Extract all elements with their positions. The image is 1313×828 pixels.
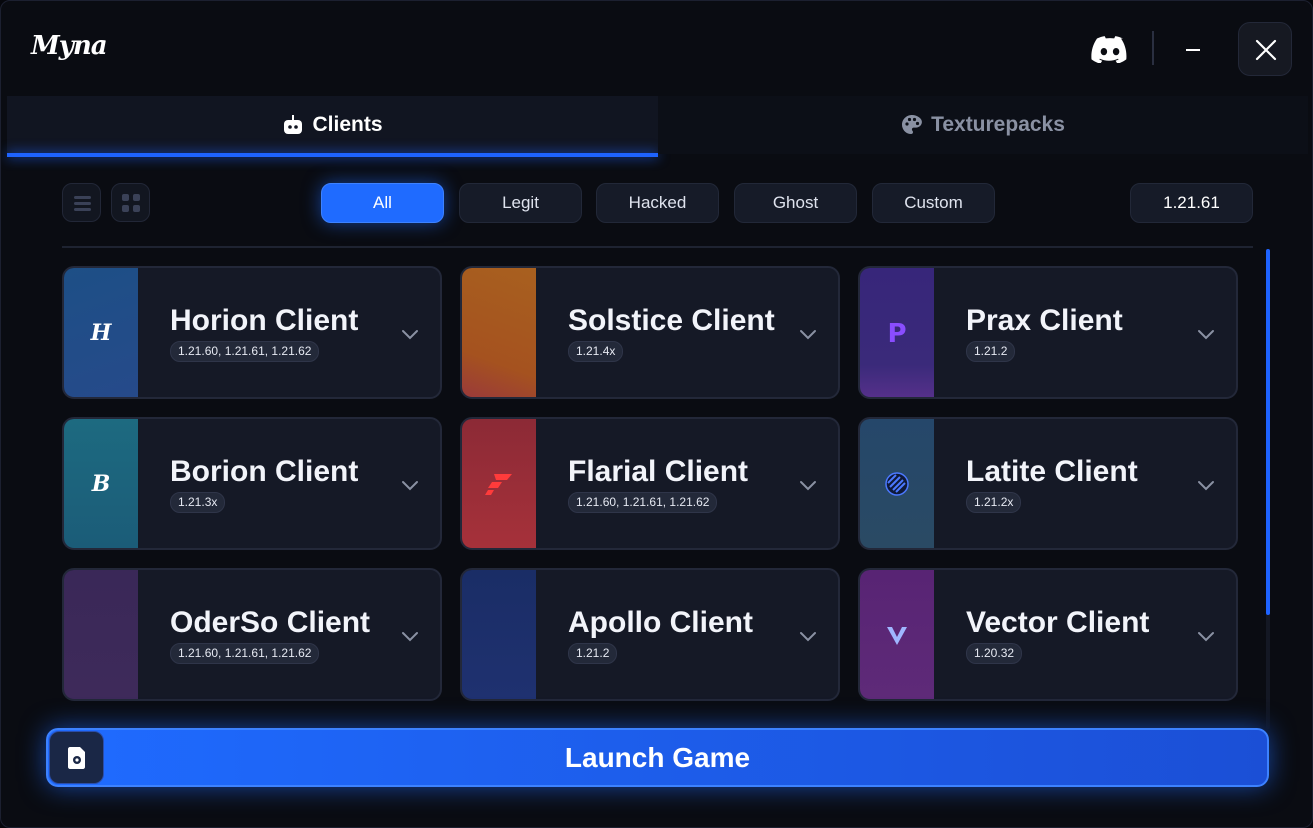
client-name: Latite Client bbox=[966, 455, 1138, 488]
tab-clients-label: Clients bbox=[312, 113, 383, 136]
client-name: Flarial Client bbox=[568, 455, 749, 488]
client-card-borion[interactable]: B Borion Client 1.21.3x bbox=[62, 417, 442, 550]
version-badge: 1.21.60, 1.21.61, 1.21.62 bbox=[170, 341, 320, 362]
chevron-down-icon[interactable] bbox=[1196, 626, 1216, 646]
app-logo: Myna bbox=[31, 31, 108, 61]
tab-texturepacks[interactable]: Texturepacks bbox=[658, 96, 1308, 154]
svg-text:B: B bbox=[91, 471, 111, 497]
tab-clients[interactable]: Clients bbox=[7, 96, 658, 157]
launch-game-label: Launch Game bbox=[564, 741, 751, 773]
version-badge: 1.21.4x bbox=[568, 341, 624, 362]
client-card-apollo[interactable]: Apollo Client 1.21.2 bbox=[460, 568, 840, 701]
latite-logo-icon bbox=[860, 419, 934, 548]
oderso-logo-icon bbox=[64, 570, 138, 699]
svg-text:P: P bbox=[887, 319, 906, 348]
robot-icon bbox=[284, 115, 303, 134]
chevron-down-icon[interactable] bbox=[400, 324, 420, 344]
client-name: OderSo Client bbox=[170, 606, 371, 639]
chevron-down-icon[interactable] bbox=[1196, 475, 1216, 495]
tab-bar: Clients Texturepacks bbox=[7, 96, 1308, 157]
launch-game-button[interactable]: Launch Game bbox=[46, 728, 1269, 787]
minimize-button[interactable] bbox=[1173, 31, 1213, 67]
palette-icon bbox=[902, 115, 922, 134]
grid-view-button[interactable] bbox=[111, 183, 150, 222]
file-gear-icon bbox=[67, 746, 85, 769]
chevron-down-icon[interactable] bbox=[400, 475, 420, 495]
version-badge: 1.21.60, 1.21.61, 1.21.62 bbox=[170, 643, 320, 664]
tab-texturepacks-label: Texturepacks bbox=[931, 113, 1065, 136]
grid-icon bbox=[122, 194, 140, 212]
filter-ghost[interactable]: Ghost bbox=[734, 183, 857, 223]
chevron-down-icon[interactable] bbox=[400, 626, 420, 646]
version-badge: 1.21.2x bbox=[966, 492, 1022, 513]
chevron-down-icon[interactable] bbox=[1196, 324, 1216, 344]
titlebar-divider bbox=[1152, 31, 1154, 65]
client-card-flarial[interactable]: Flarial Client 1.21.60, 1.21.61, 1.21.62 bbox=[460, 417, 840, 550]
solstice-logo-icon bbox=[462, 268, 536, 397]
version-badge: 1.21.3x bbox=[170, 492, 226, 513]
vector-logo-icon bbox=[860, 570, 934, 699]
close-button[interactable] bbox=[1238, 22, 1292, 76]
client-grid: H Horion Client 1.21.60, 1.21.61, 1.21.6… bbox=[62, 266, 1242, 726]
version-badge: 1.21.2 bbox=[568, 643, 618, 664]
prax-logo-icon: P bbox=[860, 268, 934, 397]
filter-custom[interactable]: Custom bbox=[872, 183, 995, 223]
version-badge: 1.21.60, 1.21.61, 1.21.62 bbox=[568, 492, 718, 513]
client-card-latite[interactable]: Latite Client 1.21.2x bbox=[858, 417, 1238, 550]
chevron-down-icon[interactable] bbox=[798, 626, 818, 646]
horion-logo-icon: H bbox=[64, 268, 138, 397]
client-card-solstice[interactable]: Solstice Client 1.21.4x bbox=[460, 266, 840, 399]
client-name: Horion Client bbox=[170, 304, 359, 337]
client-card-horion[interactable]: H Horion Client 1.21.60, 1.21.61, 1.21.6… bbox=[62, 266, 442, 399]
client-name: Vector Client bbox=[966, 606, 1150, 639]
borion-logo-icon: B bbox=[64, 419, 138, 548]
version-badge: 1.21.2 bbox=[966, 341, 1016, 362]
discord-icon[interactable] bbox=[1091, 35, 1129, 64]
app-window: Myna Clients Texturepacks All Legit Hack… bbox=[0, 0, 1313, 828]
list-view-button[interactable] bbox=[62, 183, 101, 222]
minimize-icon bbox=[1186, 49, 1200, 51]
client-card-oderso[interactable]: OderSo Client 1.21.60, 1.21.61, 1.21.62 bbox=[62, 568, 442, 701]
client-name: Borion Client bbox=[170, 455, 359, 488]
title-bar: Myna bbox=[1, 1, 1312, 96]
client-card-vector[interactable]: Vector Client 1.20.32 bbox=[858, 568, 1238, 701]
chevron-down-icon[interactable] bbox=[798, 475, 818, 495]
svg-text:H: H bbox=[90, 320, 113, 346]
scrollbar-thumb[interactable] bbox=[1266, 249, 1270, 615]
close-icon bbox=[1255, 39, 1277, 61]
filter-legit[interactable]: Legit bbox=[459, 183, 582, 223]
version-select[interactable]: 1.21.61 bbox=[1130, 183, 1253, 223]
filter-hacked[interactable]: Hacked bbox=[596, 183, 719, 223]
client-name: Solstice Client bbox=[568, 304, 775, 337]
apollo-logo-icon bbox=[462, 570, 536, 699]
chevron-down-icon[interactable] bbox=[798, 324, 818, 344]
divider bbox=[62, 246, 1253, 248]
list-icon bbox=[74, 196, 91, 211]
client-name: Apollo Client bbox=[568, 606, 753, 639]
client-name: Prax Client bbox=[966, 304, 1123, 337]
launch-options-button[interactable] bbox=[49, 731, 104, 784]
flarial-logo-icon bbox=[462, 419, 536, 548]
filter-all[interactable]: All bbox=[321, 183, 444, 223]
client-card-prax[interactable]: P Prax Client 1.21.2 bbox=[858, 266, 1238, 399]
version-badge: 1.20.32 bbox=[966, 643, 1023, 664]
